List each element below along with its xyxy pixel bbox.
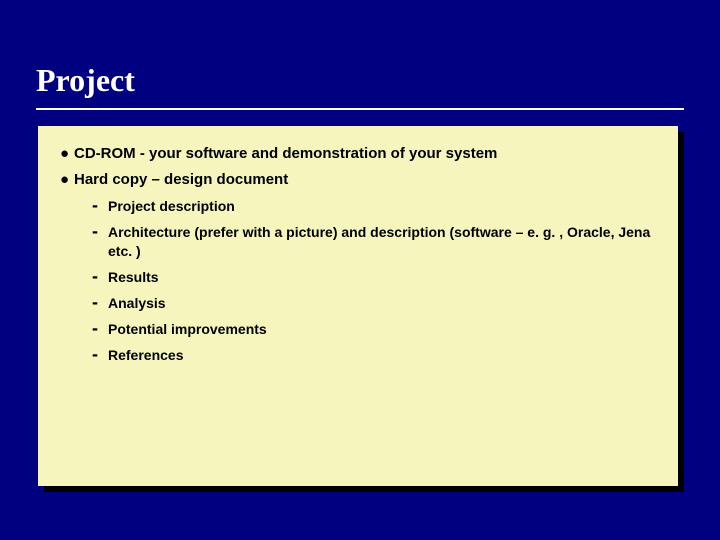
title-underline bbox=[36, 108, 684, 110]
dash-icon: - bbox=[92, 222, 108, 240]
dash-icon: - bbox=[92, 267, 108, 285]
bullet-icon: ● bbox=[60, 170, 74, 190]
list-item: ● Hard copy – design document bbox=[60, 170, 656, 190]
slide-title: Project bbox=[36, 62, 135, 99]
list-item-text: Analysis bbox=[108, 293, 166, 313]
list-item-text: Project description bbox=[108, 196, 235, 216]
list-item: - Architecture (prefer with a picture) a… bbox=[92, 222, 656, 261]
list-item: - Analysis bbox=[92, 293, 656, 313]
list-item: - Potential improvements bbox=[92, 319, 656, 339]
dash-icon: - bbox=[92, 196, 108, 214]
list-item: - Results bbox=[92, 267, 656, 287]
list-item-text: Architecture (prefer with a picture) and… bbox=[108, 222, 656, 261]
slide: Project ● CD-ROM - your software and dem… bbox=[0, 0, 720, 540]
list-item-text: Potential improvements bbox=[108, 319, 267, 339]
list-item: ● CD-ROM - your software and demonstrati… bbox=[60, 144, 656, 164]
list-item-text: References bbox=[108, 345, 184, 365]
dash-icon: - bbox=[92, 293, 108, 311]
list-item: - Project description bbox=[92, 196, 656, 216]
dash-icon: - bbox=[92, 345, 108, 363]
list-item: - References bbox=[92, 345, 656, 365]
list-item-text: CD-ROM - your software and demonstration… bbox=[74, 144, 497, 164]
list-item-text: Results bbox=[108, 267, 159, 287]
sub-list: - Project description - Architecture (pr… bbox=[92, 196, 656, 365]
bullet-icon: ● bbox=[60, 144, 74, 164]
dash-icon: - bbox=[92, 319, 108, 337]
list-item-text: Hard copy – design document bbox=[74, 170, 288, 190]
content-panel: ● CD-ROM - your software and demonstrati… bbox=[38, 126, 678, 486]
